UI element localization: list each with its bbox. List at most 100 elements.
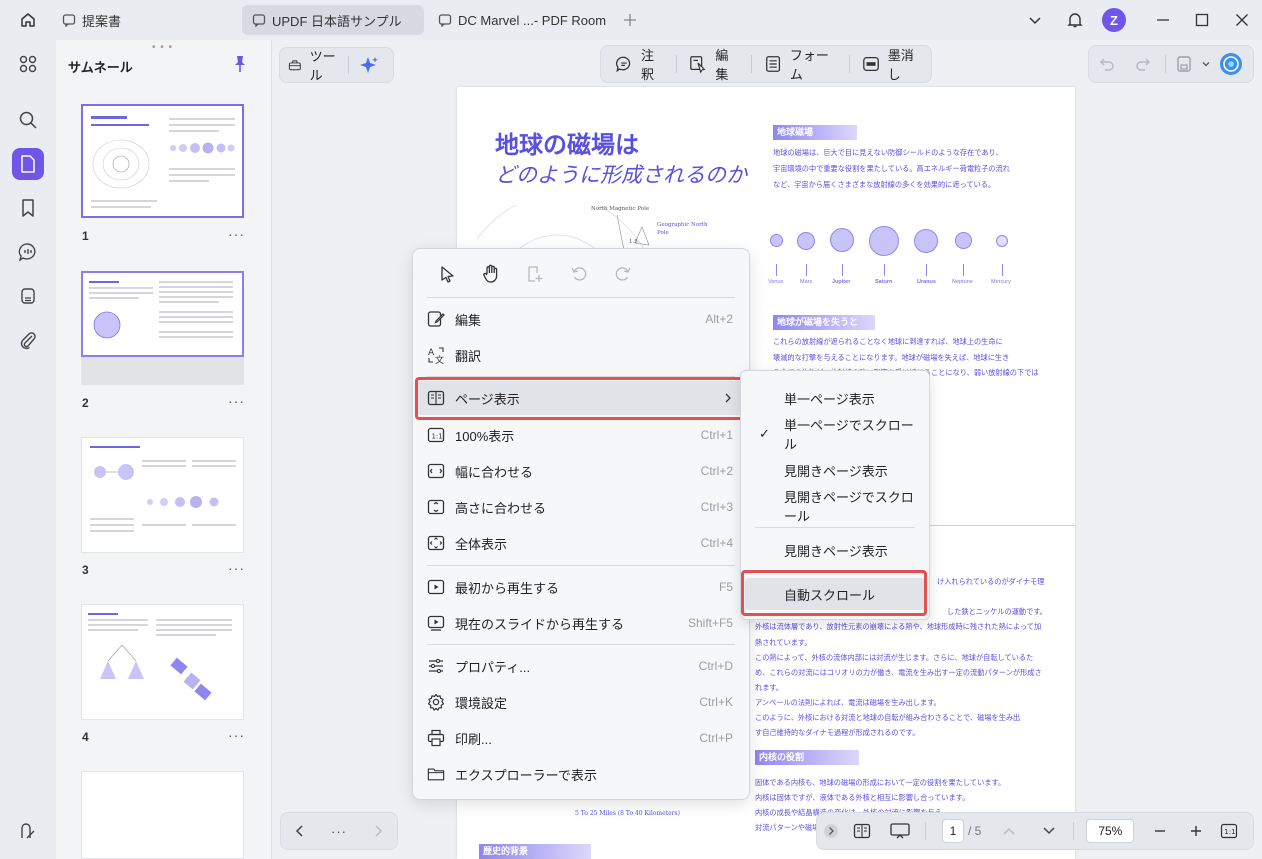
notifications-button[interactable]	[1064, 7, 1086, 33]
planet-venus	[770, 234, 783, 247]
search-icon	[19, 111, 37, 129]
ai-assistant-button[interactable]	[353, 50, 393, 80]
form-mode-button[interactable]: フォーム	[756, 48, 845, 82]
collapse-bar-button[interactable]	[817, 816, 845, 846]
rail-layers[interactable]	[12, 816, 44, 848]
satellite-thumb	[170, 657, 212, 701]
paragraph-line: け入れられているのがダイナモ理	[937, 577, 1045, 586]
updf-ai-button[interactable]	[1214, 49, 1248, 79]
menu-item-edit[interactable]: 編集 Alt+2	[417, 302, 745, 336]
rail-bookmarks[interactable]	[12, 192, 44, 224]
nav-more-button[interactable]: ···	[324, 816, 354, 846]
menu-item-properties[interactable]: プロパティ... Ctrl+D	[417, 649, 745, 683]
rotate-left-button[interactable]	[557, 265, 601, 283]
rail-stamps[interactable]	[12, 280, 44, 312]
comment-icon	[18, 243, 36, 262]
new-tab-button[interactable]	[620, 10, 640, 30]
thumbnail-page-1[interactable]	[81, 104, 244, 218]
menu-item-fit-width[interactable]: 幅に合わせる Ctrl+2	[417, 454, 745, 488]
submenu-single-page[interactable]: 単一ページ表示	[745, 382, 925, 414]
menu-item-preferences[interactable]: 環境設定 Ctrl+K	[417, 685, 745, 719]
redact-mode-button[interactable]: 墨消し	[854, 48, 931, 82]
submenu-two-page-cover[interactable]: 見開きページ表示	[745, 534, 925, 566]
zoom-in-button[interactable]	[1178, 816, 1214, 846]
tools-label: ツール	[309, 49, 336, 83]
thumbnail-more-button[interactable]: ···	[228, 393, 245, 409]
tab-proposal[interactable]: 提案書	[52, 5, 232, 35]
undo-button[interactable]	[1089, 49, 1125, 79]
thumbnail-page-3[interactable]	[81, 437, 244, 553]
user-avatar-button[interactable]: Z	[1101, 7, 1127, 33]
thumbnail-page-2[interactable]	[81, 271, 244, 357]
home-button[interactable]	[12, 8, 44, 32]
planet-label: Mars	[800, 279, 813, 285]
layers-icon	[21, 823, 35, 839]
tools-button[interactable]: ツール	[280, 49, 344, 83]
pin-panel-button[interactable]	[232, 55, 248, 73]
comment-mode-button[interactable]: 注釈	[607, 48, 672, 82]
menu-item-show-in-explorer[interactable]: エクスプローラーで表示	[417, 757, 745, 791]
submenu-single-page-scroll[interactable]: ✓ 単一ページでスクロール	[745, 418, 925, 452]
rail-comments[interactable]	[12, 236, 44, 268]
select-tool-button[interactable]	[425, 265, 469, 283]
panel-drag-handle[interactable]: • • •	[152, 42, 173, 53]
thumbnail-more-button[interactable]: ···	[228, 727, 245, 743]
page-display-button[interactable]	[845, 816, 879, 846]
chevron-down-icon	[1202, 62, 1210, 67]
stamp-icon	[21, 288, 35, 304]
section-heading: 地球が磁場を失うと	[773, 315, 875, 330]
undo-icon	[1100, 58, 1114, 71]
menu-item-play-from-current[interactable]: 現在のスライドから再生する Shift+F5	[417, 606, 745, 640]
thumbnail-more-button[interactable]: ···	[228, 226, 245, 242]
paragraph-line: 固体である内核も、地球の磁場の形成において一定の役割を果たしています。	[755, 778, 1006, 787]
previous-button[interactable]	[285, 816, 315, 846]
redo-icon	[1136, 58, 1150, 71]
rail-apps[interactable]	[12, 48, 44, 80]
save-options-button[interactable]	[1198, 49, 1214, 79]
zoom-out-button[interactable]	[1142, 816, 1178, 846]
menu-item-fit-page[interactable]: 全体表示 Ctrl+4	[417, 526, 745, 560]
next-page-button[interactable]	[1029, 816, 1069, 846]
menu-item-play-from-start[interactable]: 最初から再生する F5	[417, 570, 745, 604]
maximize-button[interactable]	[1191, 7, 1213, 33]
thumbnail-page-5[interactable]	[81, 771, 244, 859]
pin-icon	[235, 56, 245, 72]
next-button[interactable]	[363, 816, 393, 846]
previous-page-button[interactable]	[989, 816, 1029, 846]
paragraph-line: これらの放射線が遮られることなく地球に到達すれば、地球上の生命に	[773, 337, 1003, 346]
actual-size-button[interactable]: 1:1	[1214, 816, 1244, 846]
menu-item-translate[interactable]: A文 翻訳	[417, 338, 745, 372]
thumbnail-page-4[interactable]	[81, 604, 244, 720]
rail-thumbnails[interactable]	[12, 148, 44, 180]
planet-label: Mercury	[991, 279, 1011, 285]
play-icon	[427, 579, 445, 595]
rail-attachments[interactable]	[12, 324, 44, 356]
menu-item-print[interactable]: 印刷... Ctrl+P	[417, 721, 745, 755]
submenu-two-page[interactable]: 見開きページ表示	[745, 454, 925, 486]
planet-mars	[797, 232, 815, 250]
tab-dc-marvel[interactable]: DC Marvel ...- PDF Room	[428, 5, 614, 35]
tab-updf-sample[interactable]: UPDF 日本語サンプル	[242, 5, 424, 35]
menu-item-actual-size[interactable]: 1:1 100%表示 Ctrl+1	[417, 418, 745, 452]
thumbnail-more-button[interactable]: ···	[228, 560, 245, 576]
zoom-input[interactable]: 75%	[1086, 819, 1135, 843]
actual-size-icon: 1:1	[427, 427, 445, 443]
rotate-right-button[interactable]	[601, 265, 645, 283]
insert-page-button[interactable]	[513, 265, 557, 283]
total-pages: / 5	[968, 824, 982, 838]
edit-mode-button[interactable]: 編集	[681, 48, 746, 82]
close-window-button[interactable]	[1231, 7, 1253, 33]
menu-item-fit-height[interactable]: 高さに合わせる Ctrl+3	[417, 490, 745, 524]
menu-item-label: 最初から再生する	[455, 580, 560, 596]
planet-label: Venus	[768, 279, 784, 285]
tab-list-button[interactable]	[1024, 7, 1046, 33]
hand-tool-button[interactable]	[469, 264, 513, 284]
rail-search[interactable]	[12, 104, 44, 136]
menu-item-label: 100%表示	[455, 428, 515, 444]
save-button[interactable]	[1170, 49, 1198, 79]
minimize-button[interactable]	[1152, 7, 1174, 33]
redo-button[interactable]	[1125, 49, 1161, 79]
current-page-input[interactable]: 1	[942, 819, 964, 843]
submenu-two-page-scroll[interactable]: 見開きページでスクロール	[745, 490, 925, 524]
presentation-button[interactable]	[879, 816, 921, 846]
